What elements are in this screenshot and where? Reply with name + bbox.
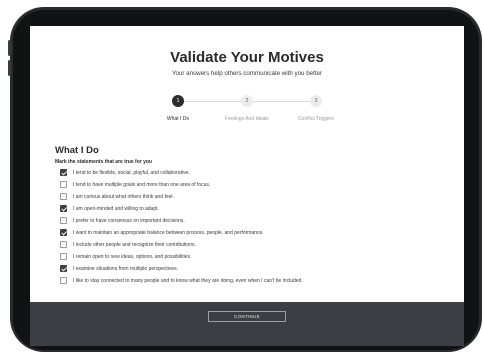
statement-label: I tend to be flexible, social, playful, … xyxy=(73,169,190,176)
step-2-label: Feelings And Ideals xyxy=(225,116,269,122)
statement-item[interactable]: I am open-minded and willing to adapt. xyxy=(60,205,440,214)
step-3-indicator[interactable]: 3 xyxy=(310,95,322,107)
statement-label: I am curious about what others think and… xyxy=(73,193,174,200)
step-1-label: What I Do xyxy=(166,116,190,122)
step-1-indicator[interactable]: 1 xyxy=(172,95,184,107)
stepper-connector-1 xyxy=(184,101,241,102)
statement-checkbox[interactable] xyxy=(60,229,67,236)
statement-item[interactable]: I include other people and recognize the… xyxy=(60,241,440,250)
statement-checkbox[interactable] xyxy=(60,169,67,176)
volume-down-button xyxy=(8,60,11,76)
statement-checkbox[interactable] xyxy=(60,265,67,272)
step-3-label: Conflict Triggers xyxy=(297,116,335,122)
statement-item[interactable]: I tend to have multiple goals and more t… xyxy=(60,181,440,190)
statement-label: I prefer to have consensus on important … xyxy=(73,217,185,224)
step-2-indicator[interactable]: 2 xyxy=(241,95,253,107)
statement-item[interactable]: I like to stay connected to many people … xyxy=(60,277,440,286)
statement-label: I like to stay connected to many people … xyxy=(73,277,303,284)
page-title: Validate Your Motives xyxy=(170,49,324,66)
statement-item[interactable]: I prefer to have consensus on important … xyxy=(60,217,440,226)
statement-item[interactable]: I want to maintain an appropriate balanc… xyxy=(60,229,440,238)
stepper-connector-2 xyxy=(253,101,310,102)
statement-checkbox[interactable] xyxy=(60,253,67,260)
section-title: What I Do xyxy=(55,145,99,156)
statement-label: I want to maintain an appropriate balanc… xyxy=(73,229,264,236)
page-subtitle: Your answers help others communicate wit… xyxy=(171,70,323,77)
app-screen: Validate Your Motives Your answers help … xyxy=(30,26,464,346)
statement-item[interactable]: I am curious about what others think and… xyxy=(60,193,440,202)
statement-item[interactable]: I tend to be flexible, social, playful, … xyxy=(60,169,440,178)
statement-label: I examine situations from multiple persp… xyxy=(73,265,179,272)
statement-checkbox[interactable] xyxy=(60,181,67,188)
statement-checkbox[interactable] xyxy=(60,277,67,284)
statement-label: I include other people and recognize the… xyxy=(73,241,196,248)
statement-item[interactable]: I examine situations from multiple persp… xyxy=(60,265,440,274)
statement-checkbox[interactable] xyxy=(60,241,67,248)
continue-button[interactable]: CONTINUE xyxy=(208,311,286,322)
statement-item[interactable]: I remain open to new ideas, options, and… xyxy=(60,253,440,262)
statement-label: I tend to have multiple goals and more t… xyxy=(73,181,211,188)
section-instruction: Mark the statements that are true for yo… xyxy=(55,159,152,165)
statement-label: I am open-minded and willing to adapt. xyxy=(73,205,159,212)
footer-bar: CONTINUE xyxy=(30,302,464,346)
volume-up-button xyxy=(8,40,11,56)
statement-checkbox[interactable] xyxy=(60,193,67,200)
statement-checkbox[interactable] xyxy=(60,217,67,224)
statement-label: I remain open to new ideas, options, and… xyxy=(73,253,192,260)
statement-checkbox[interactable] xyxy=(60,205,67,212)
